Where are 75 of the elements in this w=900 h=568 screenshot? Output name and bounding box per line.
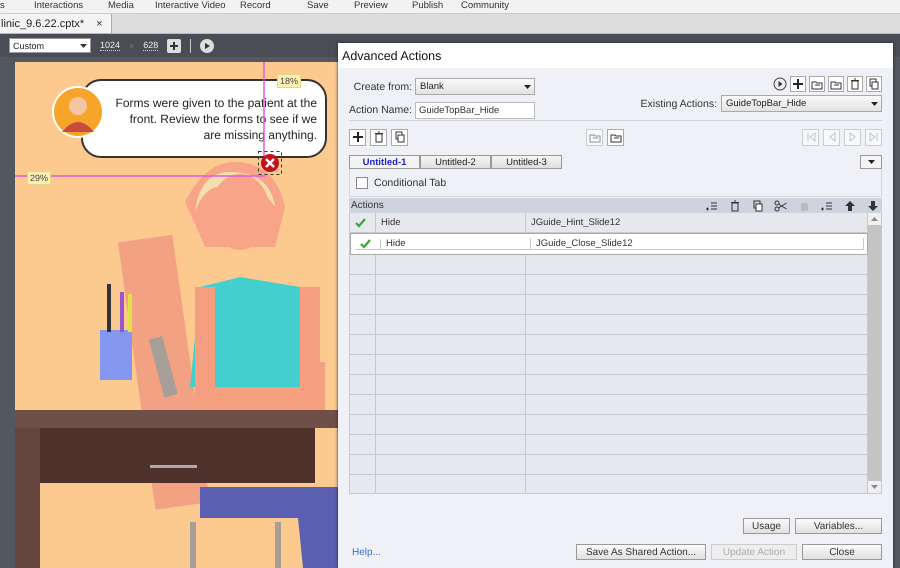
conditional-checkbox[interactable] (356, 176, 368, 188)
menu-item[interactable]: Interactive Video (155, 0, 226, 12)
existing-actions-label: Existing Actions: (640, 98, 717, 110)
action-name-field[interactable]: GuideTopBar_Hide (415, 102, 536, 119)
tab-menu-button[interactable] (860, 155, 882, 169)
target-cell: JGuide_Close_Slide12 (531, 238, 864, 250)
preset-value: Custom (13, 40, 44, 50)
move-down-icon[interactable] (866, 198, 880, 212)
delete-button[interactable] (847, 76, 863, 92)
preset-dropdown[interactable]: Custom (9, 38, 91, 53)
play-icon[interactable] (200, 38, 214, 52)
save-shared-button[interactable]: Save As Shared Action... (576, 544, 706, 560)
add-icon (791, 77, 805, 91)
help-link[interactable]: Help... (349, 546, 381, 558)
scroll-down-icon[interactable] (871, 485, 878, 489)
dropdown-value: GuideTopBar_Hide (726, 98, 806, 109)
delete-icon (848, 77, 862, 91)
menu-item[interactable]: s (0, 0, 5, 12)
menu-item[interactable]: Publish (412, 0, 444, 12)
delete-icon[interactable] (728, 198, 742, 212)
decision-tab[interactable]: Untitled-3 (491, 155, 562, 169)
variables-button[interactable]: Variables... (795, 518, 882, 534)
duplicate-button[interactable] (866, 76, 882, 92)
action-cell: Hide (381, 238, 531, 250)
close-button[interactable]: Close (802, 544, 882, 560)
plus-icon[interactable] (167, 38, 182, 52)
dialog-title: Advanced Actions (338, 43, 893, 68)
create-from-label: Create from: (352, 80, 412, 93)
menu-item[interactable]: Media (108, 0, 134, 12)
menu-item[interactable]: Save (307, 0, 329, 12)
copy-icon[interactable] (751, 198, 765, 212)
plus-icon (350, 130, 364, 144)
cut-icon[interactable] (774, 198, 788, 212)
duplicate-icon (867, 77, 881, 91)
export-button[interactable] (828, 76, 844, 92)
caret-icon (524, 84, 532, 89)
existing-actions-dropdown[interactable]: GuideTopBar_Hide (721, 95, 882, 112)
document-tab-title: linic_9.6.22.cptx* (1, 18, 84, 30)
guide-percent-label: 18% (277, 74, 302, 88)
scroll-up-icon[interactable] (871, 217, 878, 221)
duplicate-button[interactable] (391, 128, 408, 146)
delete-button[interactable] (370, 128, 387, 146)
action-row[interactable]: Hide JGuide_Close_Slide12 (350, 233, 868, 255)
play-icon[interactable] (773, 77, 787, 91)
menu-item[interactable]: Community (461, 0, 510, 12)
action-row[interactable]: Hide JGuide_Hint_Slide12 (350, 213, 868, 233)
width-field[interactable]: 1024 (100, 40, 120, 51)
times-sign: × (129, 40, 134, 50)
caret-icon (871, 102, 878, 106)
copy-icon (392, 130, 406, 144)
decision-tab[interactable]: Untitled-2 (420, 155, 491, 169)
document-tab[interactable]: linic_9.6.22.cptx* × (0, 14, 112, 33)
export-button[interactable] (607, 128, 624, 146)
decision-tab[interactable]: Untitled-1 (349, 155, 420, 169)
add-button[interactable] (790, 76, 806, 92)
conditional-tab-label: Conditional Tab (374, 176, 446, 188)
caret-icon (868, 160, 874, 164)
update-action-button: Update Action (711, 544, 797, 560)
usage-button[interactable]: Usage (743, 518, 790, 534)
import-button[interactable] (809, 76, 825, 92)
create-from-dropdown[interactable]: Blank (415, 78, 536, 96)
menu-item[interactable]: Preview (354, 0, 388, 12)
menu-item[interactable]: Record (240, 0, 271, 12)
close-tab-button[interactable]: × (96, 18, 103, 30)
menu-item[interactable]: Interactions (34, 0, 84, 12)
last-icon (866, 130, 880, 144)
dropdown-value: Blank (420, 81, 444, 92)
close-icon[interactable] (258, 151, 282, 175)
move-up-icon[interactable] (843, 198, 857, 212)
action-name-label: Action Name: (349, 104, 412, 116)
guide-percent-label: 29% (27, 171, 52, 185)
height-field[interactable]: 628 (143, 40, 158, 51)
add-button[interactable] (349, 128, 366, 146)
actions-header: Actions (351, 200, 384, 211)
caret-icon (80, 44, 87, 48)
